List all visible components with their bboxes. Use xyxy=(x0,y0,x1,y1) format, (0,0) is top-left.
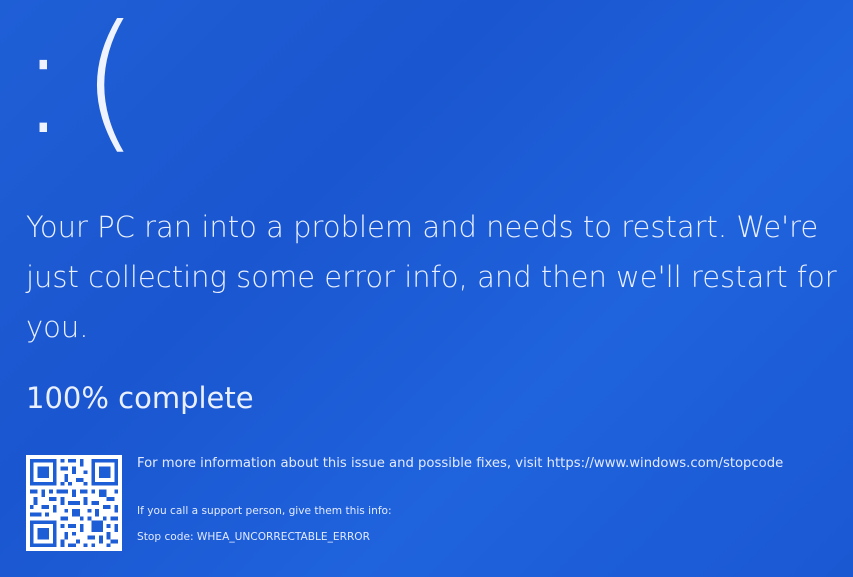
progress-percentage: 100% complete xyxy=(26,381,254,415)
support-prompt-text: If you call a support person, give them … xyxy=(137,505,392,517)
sad-face-emoticon: :( xyxy=(18,0,152,168)
qr-code-icon xyxy=(26,455,122,551)
blue-screen-error: :( Your PC ran into a problem and needs … xyxy=(0,0,853,577)
more-info-text: For more information about this issue an… xyxy=(137,456,784,471)
stop-code-text: Stop code: WHEA_UNCORRECTABLE_ERROR xyxy=(137,531,371,543)
info-panel: For more information about this issue an… xyxy=(137,454,847,545)
error-message: Your PC ran into a problem and needs to … xyxy=(26,210,837,344)
